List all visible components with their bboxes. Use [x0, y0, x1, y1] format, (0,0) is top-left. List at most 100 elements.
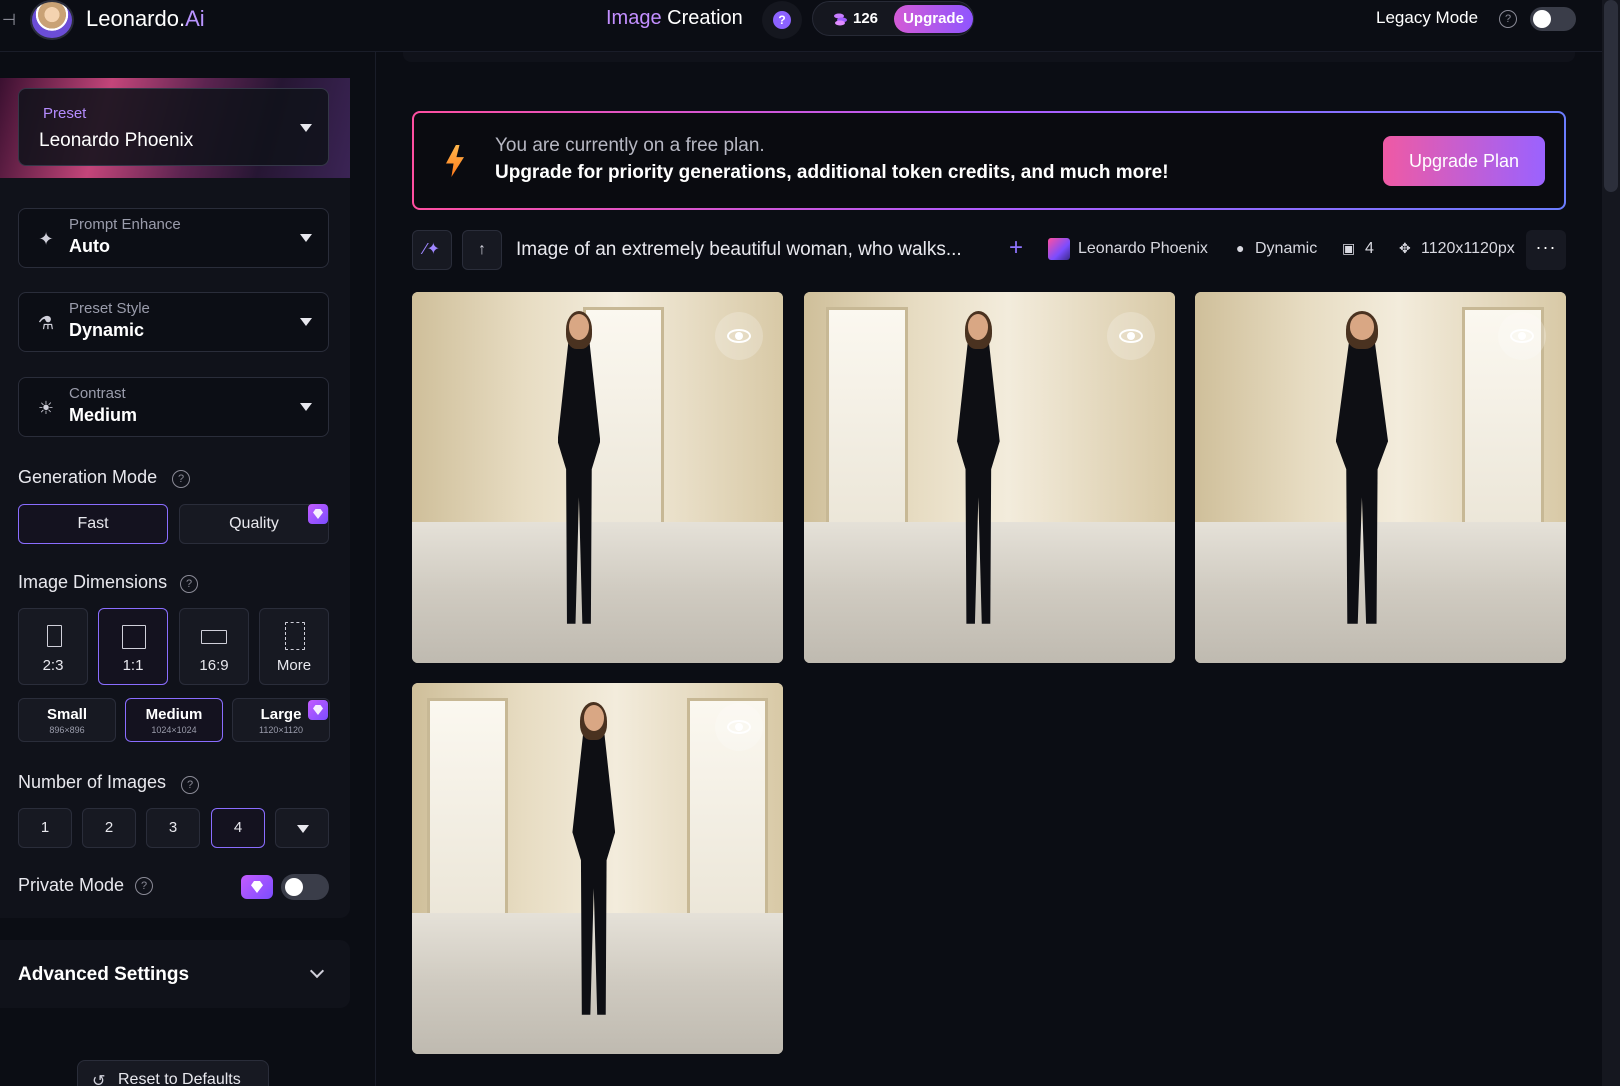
private-mode-toggle[interactable] — [281, 874, 329, 900]
preset-style-label: Preset Style — [69, 300, 150, 317]
eye-icon[interactable] — [1498, 312, 1546, 360]
contrast-label: Contrast — [69, 385, 126, 402]
landscape-ratio-icon — [201, 630, 227, 644]
sidebar: Preset Leonardo Phoenix ✦ Prompt Enhance… — [0, 52, 376, 1086]
page-title: Image Creation — [606, 7, 743, 30]
token-balance[interactable]: 126 Upgrade — [812, 1, 974, 36]
banner-line-1: You are currently on a free plan. — [495, 135, 765, 156]
lightning-icon — [446, 145, 464, 177]
eye-icon[interactable] — [1107, 312, 1155, 360]
eye-icon[interactable] — [715, 312, 763, 360]
scrollbar-thumb[interactable] — [1604, 0, 1618, 192]
generation-mode-title: Generation Mode — [18, 467, 158, 487]
image-figure — [945, 311, 1012, 633]
app-logo[interactable]: Leonardo.Ai — [86, 6, 205, 32]
image-dimensions-help-icon[interactable]: ? — [180, 575, 198, 593]
top-bar: ⊣ Leonardo.Ai Image Creation ? 126 Upgra… — [0, 0, 1602, 52]
generated-image-4[interactable] — [412, 683, 783, 1054]
num-images-4-button[interactable]: 4 — [211, 808, 265, 848]
style-name: Dynamic — [1255, 240, 1318, 257]
upgrade-button[interactable]: Upgrade — [894, 5, 973, 33]
caret-down-icon — [297, 825, 309, 833]
eye-icon[interactable] — [715, 703, 763, 751]
advanced-settings-section[interactable]: Advanced Settings — [0, 940, 350, 1008]
generated-image-2[interactable] — [804, 292, 1175, 663]
num-images-2-button[interactable]: 2 — [82, 808, 136, 848]
help-button[interactable]: ? — [762, 1, 802, 39]
prompt-enhance-dropdown[interactable]: ✦ Prompt Enhance Auto — [18, 208, 329, 268]
size-dims: 896×896 — [49, 725, 85, 735]
number-of-images-title: Number of Images — [18, 772, 167, 792]
num-images-1-button[interactable]: 1 — [18, 808, 72, 848]
sparkle-icon: ✦ — [38, 229, 54, 249]
droplet-icon: ● — [1236, 240, 1245, 256]
upgrade-plan-button[interactable]: Upgrade Plan — [1383, 136, 1545, 186]
banner-line-2: Upgrade for priority generations, additi… — [495, 162, 1169, 183]
size-small-button[interactable]: Small 896×896 — [18, 698, 116, 742]
reuse-prompt-button[interactable]: ↑ — [462, 230, 502, 270]
ratio-16-9-button[interactable]: 16:9 — [179, 608, 249, 685]
caret-down-icon — [300, 234, 312, 242]
contrast-value: Medium — [69, 405, 138, 425]
number-of-images-help-icon[interactable]: ? — [181, 776, 199, 794]
preset-style-dropdown[interactable]: ⚗ Preset Style Dynamic — [18, 292, 329, 352]
magic-wand-button[interactable]: ⁄✦ — [412, 230, 452, 270]
collapse-sidebar-icon[interactable]: ⊣ — [2, 10, 16, 30]
token-count: 126 — [853, 10, 879, 27]
model-name: Leonardo Phoenix — [1078, 240, 1208, 257]
size-medium-button[interactable]: Medium 1024×1024 — [125, 698, 223, 742]
image-dimensions: 1120x1120px — [1421, 240, 1515, 257]
magic-wand-icon: ⁄✦ — [423, 241, 441, 258]
reset-to-defaults-button[interactable]: ↺ Reset to Defaults — [77, 1060, 269, 1086]
ratio-2-3-button[interactable]: 2:3 — [18, 608, 88, 685]
generated-image-1[interactable] — [412, 292, 783, 663]
reset-icon: ↺ — [92, 1073, 106, 1086]
contrast-dropdown[interactable]: ☀ Contrast Medium — [18, 377, 329, 437]
logo-avatar[interactable] — [30, 0, 74, 40]
image-count: 4 — [1365, 240, 1374, 257]
page-title-part1: Image — [606, 7, 662, 29]
ratio-1-1-button[interactable]: 1:1 — [98, 608, 168, 685]
private-mode-help-icon[interactable]: ? — [135, 877, 153, 895]
chevron-down-icon — [309, 963, 325, 979]
flask-icon: ⚗ — [37, 313, 55, 333]
portrait-ratio-icon — [47, 625, 62, 647]
legacy-mode-label: Legacy Mode — [1376, 8, 1479, 27]
image-figure — [1321, 311, 1403, 633]
mode-fast-button[interactable]: Fast — [18, 504, 168, 544]
model-thumbnail — [1048, 238, 1070, 260]
arrow-up-icon: ↑ — [478, 241, 486, 258]
prompt-text[interactable]: Image of an extremely beautiful woman, w… — [516, 239, 962, 261]
size-dims: 1120×1120 — [259, 725, 303, 735]
more-ratios-icon — [285, 622, 305, 650]
image-dimensions-title: Image Dimensions — [18, 572, 168, 592]
main-top-strip — [403, 52, 1575, 62]
advanced-settings-label: Advanced Settings — [18, 964, 190, 985]
reset-label: Reset to Defaults — [118, 1071, 241, 1086]
generated-image-3[interactable] — [1195, 292, 1566, 663]
prompt-enhance-label: Prompt Enhance — [69, 216, 181, 233]
prompt-enhance-value: Auto — [69, 236, 110, 256]
page-title-part2: Creation — [667, 7, 743, 29]
preset-style-value: Dynamic — [69, 320, 145, 340]
caret-down-icon — [300, 403, 312, 411]
mode-quality-button[interactable]: Quality — [179, 504, 329, 544]
num-images-more-button[interactable] — [275, 808, 329, 848]
images-icon: ▣ — [1342, 240, 1356, 256]
generation-mode-help-icon[interactable]: ? — [172, 470, 190, 488]
plus-icon[interactable]: + — [1009, 234, 1023, 262]
size-label: Medium — [145, 706, 203, 723]
premium-gem-icon — [241, 875, 273, 899]
page-scrollbar[interactable] — [1602, 0, 1620, 1086]
caret-down-icon — [300, 124, 312, 132]
image-figure — [560, 702, 627, 1024]
num-images-3-button[interactable]: 3 — [146, 808, 200, 848]
more-options-button[interactable]: ··· — [1526, 230, 1566, 270]
private-mode-label: Private Mode — [18, 875, 125, 895]
legacy-mode-help-icon[interactable]: ? — [1499, 10, 1517, 28]
ratio-more-button[interactable]: More — [259, 608, 329, 685]
legacy-mode-toggle[interactable] — [1530, 7, 1576, 31]
preset-label: Preset — [43, 105, 87, 122]
size-dims: 1024×1024 — [151, 725, 197, 735]
preset-dropdown[interactable]: Preset Leonardo Phoenix — [18, 88, 329, 166]
